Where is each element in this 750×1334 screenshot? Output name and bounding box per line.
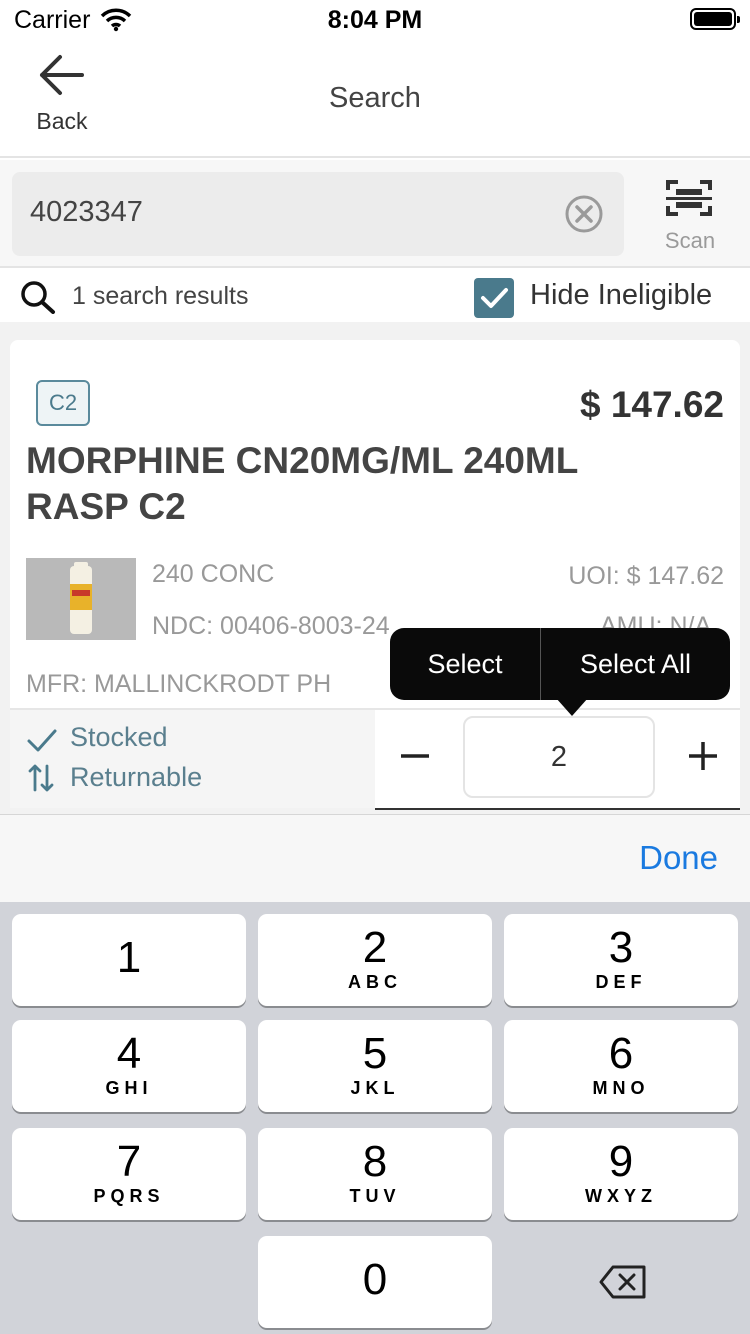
results-bar: 1 search results Hide Ineligible: [0, 270, 750, 322]
popover-arrow: [556, 698, 588, 716]
search-bar-area: 4023347 Scan: [0, 160, 750, 268]
key-5[interactable]: 5 JKL: [258, 1020, 492, 1112]
keyboard-toolbar: Done: [0, 814, 750, 902]
key-7[interactable]: 7 PQRS: [12, 1128, 246, 1220]
card-footer: Stocked Returnable 2: [10, 708, 740, 810]
product-card[interactable]: C2 $ 147.62 MORPHINE CN20MG/ML 240ML RAS…: [10, 340, 740, 810]
returnable-label: Returnable: [70, 762, 203, 792]
number-keypad: 1 2 ABC 3 DEF 4 GHI 5 JKL 6 MNO 7 PQRS 8 TUV 9W…: [0, 902, 750, 1334]
clear-icon[interactable]: [564, 194, 604, 234]
swap-vertical-icon: [28, 762, 54, 799]
product-name: MORPHINE CN20MG/ML 240ML RASP C2: [26, 440, 578, 527]
backspace-icon: [599, 1265, 646, 1299]
key-2[interactable]: 2 ABC: [258, 914, 492, 1006]
key-6[interactable]: 6 MNO: [504, 1020, 738, 1112]
schedule-badge: C2: [36, 380, 90, 426]
scan-button[interactable]: Scan: [650, 174, 730, 260]
status-bar: Carrier 8:04 PM: [0, 0, 750, 40]
select-all-menu-item[interactable]: Select All: [541, 628, 730, 700]
manufacturer: MFR: MALLINCKRODT PH: [26, 670, 332, 698]
battery-icon: [690, 8, 740, 30]
quantity-stepper: 2: [375, 710, 740, 810]
product-price: $ 147.62: [579, 384, 724, 425]
ndc-number: NDC: 00406-8003-24: [152, 612, 390, 640]
key-4[interactable]: 4 GHI: [12, 1020, 246, 1112]
package-size: 240 CONC: [152, 560, 275, 588]
barcode-scan-icon: [664, 178, 714, 223]
search-icon: [20, 280, 56, 319]
done-button[interactable]: Done: [639, 839, 718, 877]
page-title: Search: [329, 82, 421, 114]
key-9[interactable]: 9 WXYZ: [504, 1128, 738, 1220]
quantity-input[interactable]: 2: [463, 716, 655, 798]
checkmark-icon: [481, 288, 508, 308]
key-0[interactable]: 0: [258, 1236, 492, 1328]
stocked-label: Stocked: [70, 722, 168, 752]
clock: 8:04 PM: [327, 6, 423, 34]
product-image: [26, 558, 136, 640]
backspace-key[interactable]: [504, 1236, 738, 1328]
search-input-value: 4023347: [30, 196, 143, 228]
scan-label: Scan: [664, 228, 716, 253]
uoi-price: UOI: $ 147.62: [568, 562, 724, 590]
results-count: 1 search results: [72, 282, 249, 310]
minus-icon[interactable]: [395, 736, 435, 776]
key-8[interactable]: 8 TUV: [258, 1128, 492, 1220]
hide-ineligible-checkbox[interactable]: [474, 278, 514, 318]
search-input[interactable]: 4023347: [12, 172, 624, 256]
nav-bar: Back Search: [0, 40, 750, 158]
key-1[interactable]: 1: [12, 914, 246, 1006]
edit-menu-popover: Select Select All: [390, 628, 730, 700]
hide-ineligible-label[interactable]: Hide Ineligible: [530, 279, 712, 312]
plus-icon[interactable]: [683, 736, 723, 776]
key-3[interactable]: 3 DEF: [504, 914, 738, 1006]
checkmark-icon: [26, 726, 58, 759]
select-menu-item[interactable]: Select: [390, 628, 540, 700]
